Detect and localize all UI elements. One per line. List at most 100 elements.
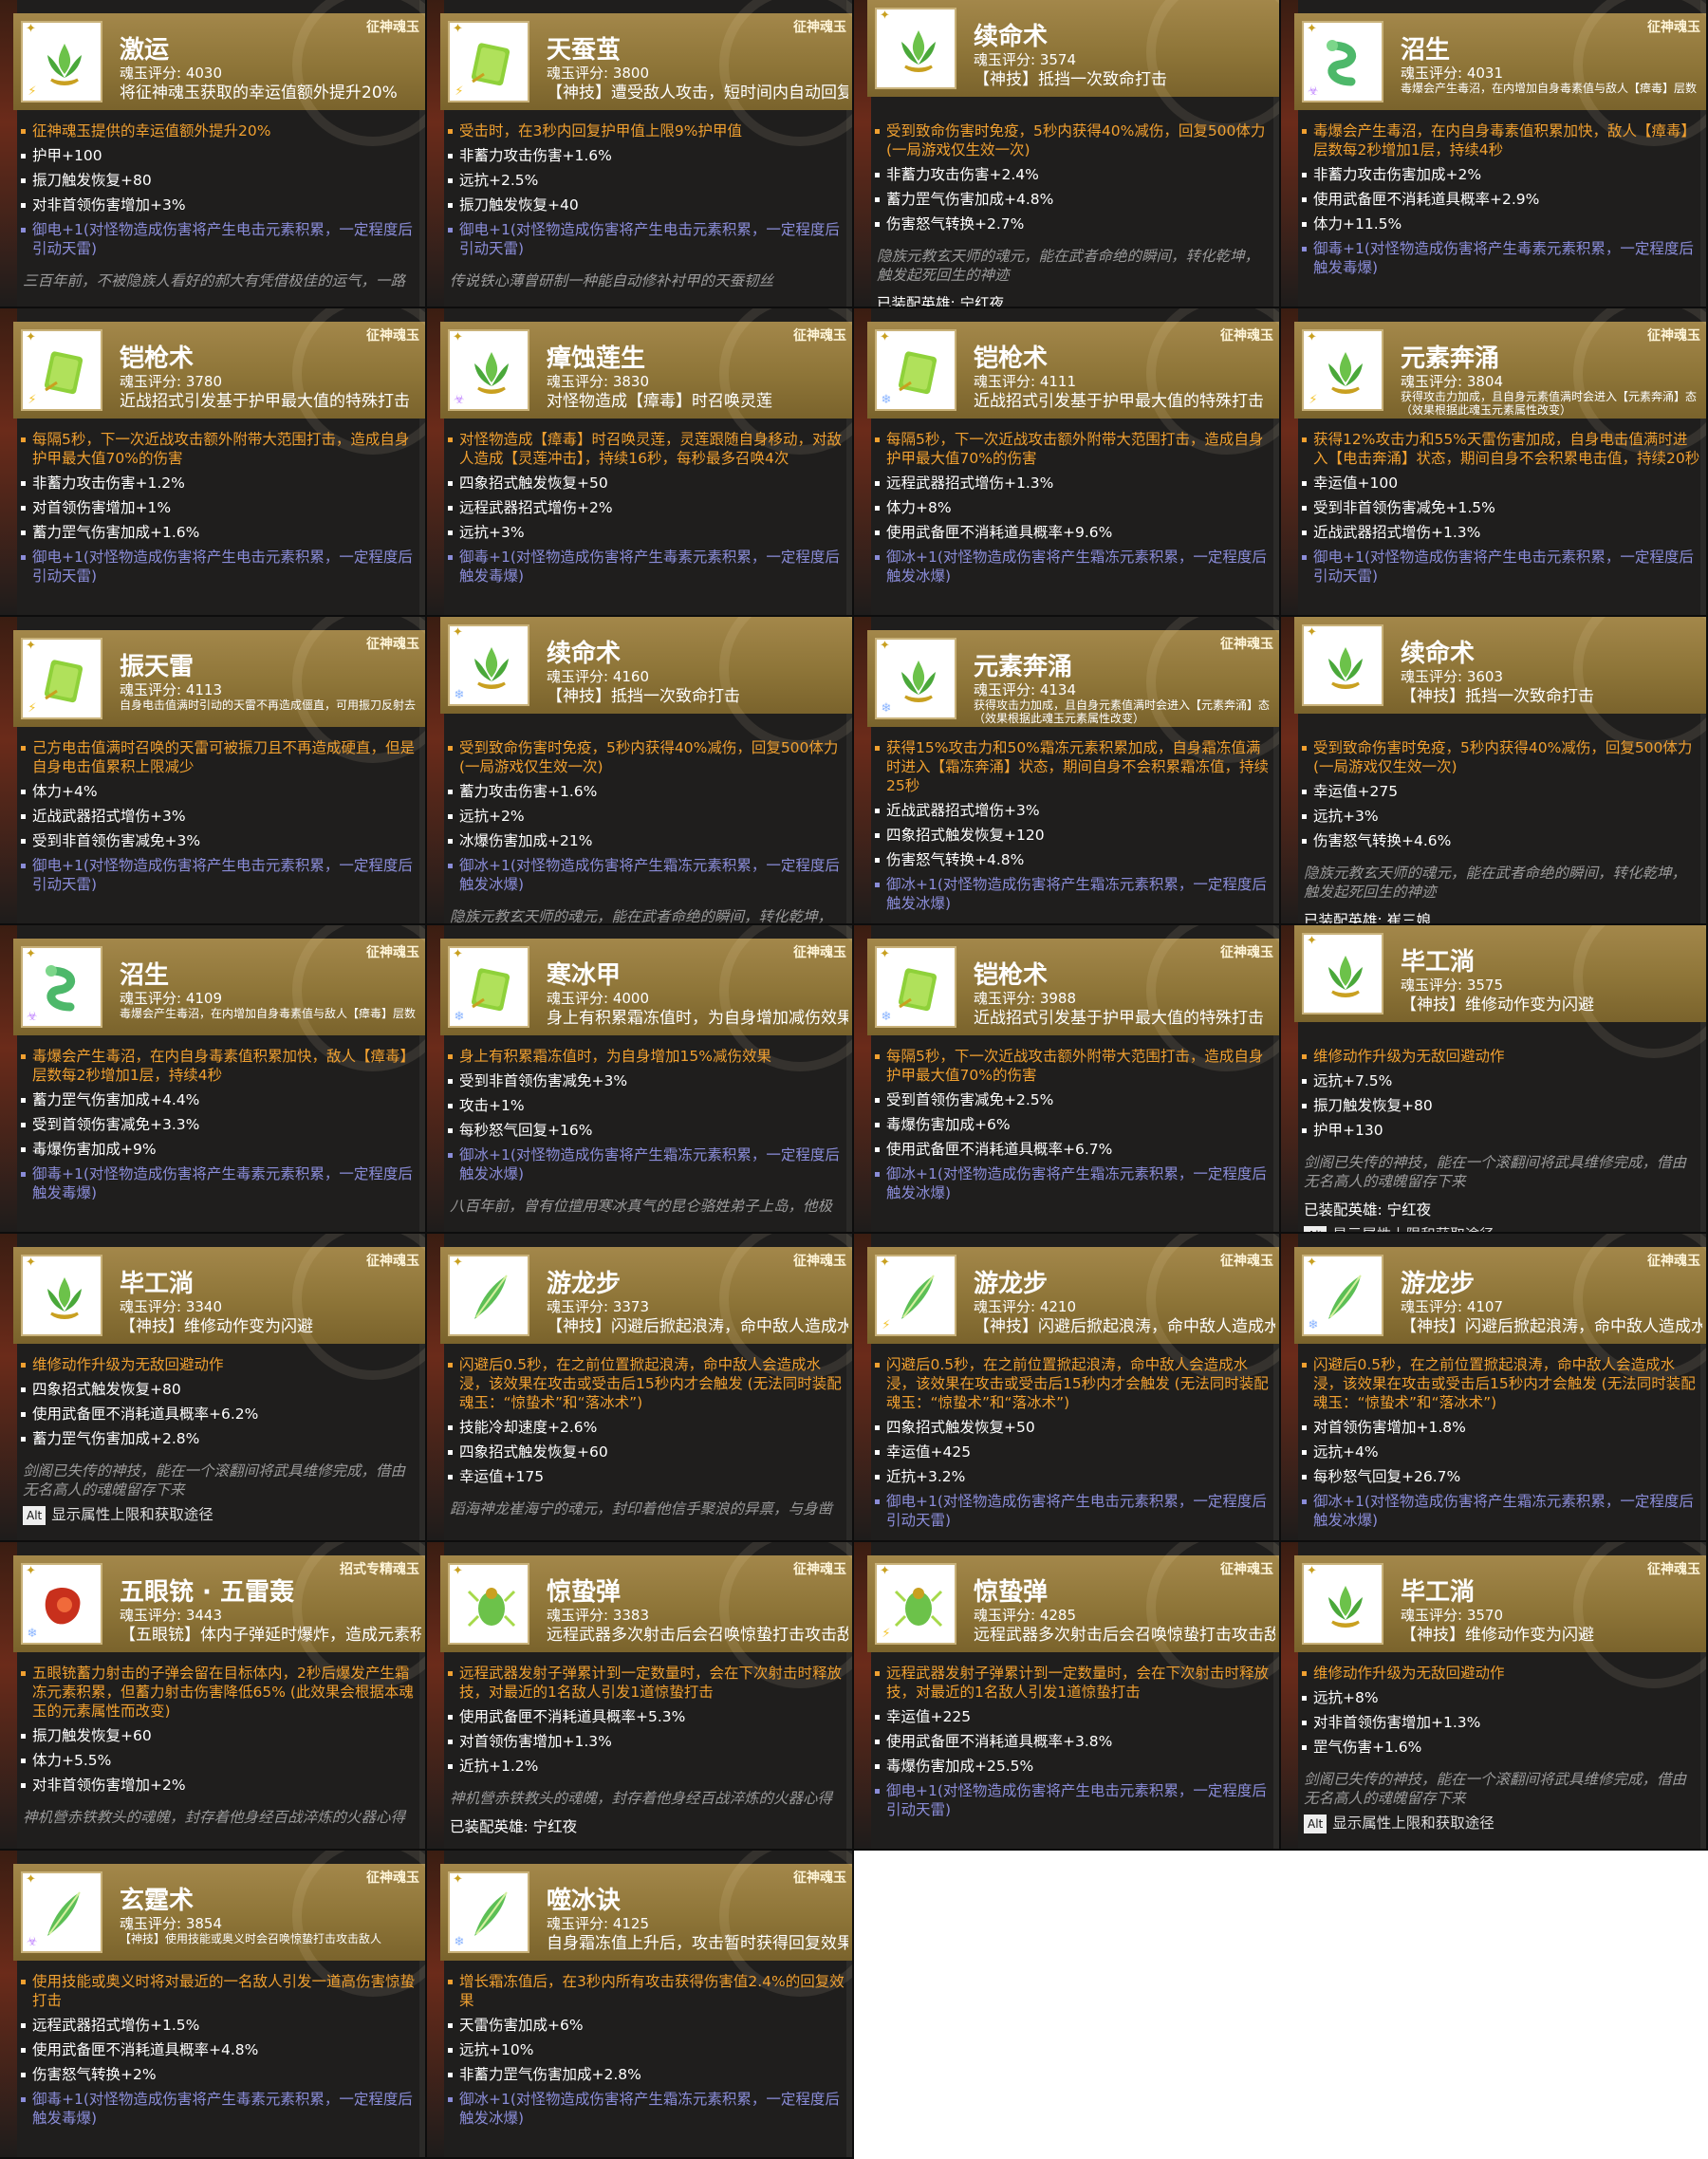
main-effect: 每隔5秒，下一次近战攻击额外附带大范围打击，造成自身护甲最大值70%的伤害 — [19, 430, 419, 468]
alt-hint[interactable]: Alt 显示属性上限和获取途径 — [1300, 1814, 1700, 1833]
soul-jade-card[interactable]: 征神魂玉 ✦ ❄ 游龙步 魂玉评分: 4107 【神技】闪避后掀起浪涛，命中敌人… — [1281, 1234, 1708, 1542]
stat-line: 远抗+3% — [1300, 807, 1700, 826]
stat-line: 近抗+1.2% — [446, 1757, 846, 1776]
gem-art — [901, 30, 936, 72]
gem-art — [1328, 647, 1363, 689]
main-effect: 远程武器发射子弹累计到一定数量时，会在下次射击时释放技，对最近的1名敌人引发1道… — [446, 1664, 846, 1702]
soul-jade-card[interactable]: 征神魂玉 ✦ ❄ 寒冰甲 魂玉评分: 4000 身上有积累霜冻值时，为自身增加减… — [427, 925, 854, 1234]
equipped-hero: 已装配英雄: 宁红夜 — [450, 1818, 578, 1835]
soul-jade-card[interactable]: 征神魂玉 ✦ ❄ 噬冰诀 魂玉评分: 4125 自身霜冻值上升后，攻击暂时获得回… — [427, 1851, 854, 2159]
stat-line: 伤害怒气转换+4.6% — [1300, 831, 1700, 850]
jade-name: 游龙步 — [1401, 1270, 1476, 1298]
soul-jade-card[interactable]: 征神魂玉 ✦ 惊蛰弹 魂玉评分: 3383 远程武器多次射击后会召唤惊蛰打击攻击… — [427, 1542, 854, 1851]
card-header: 征神魂玉 ✦ ☣ 沼生 魂玉评分: 4109 毒爆会产生毒沼，在内增加自身毒素值… — [13, 925, 425, 1071]
soul-jade-icon: ✦ ❄ — [875, 638, 956, 719]
alt-hint[interactable]: Alt 显示属性上限和获取途径 — [1300, 1225, 1700, 1232]
soul-jade-card[interactable]: ✦ 续命术 魂玉评分: 3574 【神技】抵挡一次致命打击 受到致命伤害时免疫，… — [854, 0, 1281, 308]
soul-jade-card[interactable]: 征神魂玉 ✦ 毕工淌 魂玉评分: 3570 【神技】维修动作变为闪避 维修动作升… — [1281, 1542, 1708, 1851]
jade-name: 惊蛰弹 — [974, 1578, 1049, 1607]
stat-line: 护甲+130 — [1300, 1121, 1700, 1140]
element-icon: ❄ — [1308, 1318, 1319, 1332]
card-type-tag: 征神魂玉 — [1220, 1254, 1273, 1269]
soul-jade-card[interactable]: 征神魂玉 ✦ ⚡ 振天雷 魂玉评分: 4113 自身电击值满时引动的天雷不再造成… — [0, 617, 427, 925]
rarity-star-icon: ✦ — [453, 947, 463, 961]
soul-jade-card[interactable]: 征神魂玉 ✦ ⚡ 天蚕茧 魂玉评分: 3800 【神技】遭受敌人攻击，短时间内自… — [427, 0, 854, 308]
main-effect: 每隔5秒，下一次近战攻击额外附带大范围打击，造成自身护甲最大值70%的伤害 — [873, 430, 1273, 468]
soul-jade-card[interactable]: 征神魂玉 ✦ 游龙步 魂玉评分: 3373 【神技】闪避后掀起浪涛，命中敌人造成… — [427, 1234, 854, 1542]
soul-jade-card[interactable]: 征神魂玉 ✦ ❄ 元素奔涌 魂玉评分: 4134 获得攻击力加成，且自身元素值满… — [854, 617, 1281, 925]
gem-art — [898, 968, 938, 1012]
stat-line: 近战武器招式增伤+1.3% — [1300, 523, 1700, 542]
card-body: 维修动作升级为无敌回避动作 远抗+7.5% 振刀触发恢复+80 护甲+130 剑阁已失传… — [1300, 1047, 1700, 1232]
soul-jade-card[interactable]: ✦ 毕工淌 魂玉评分: 3575 【神技】维修动作变为闪避 维修动作升级为无敌回… — [1281, 925, 1708, 1234]
soul-jade-icon: ✦ ⚡ — [875, 1563, 956, 1645]
soul-jade-card[interactable]: 招式专精魂玉 ✦ ❄ 五眼铳 · 五雷轰 魂玉评分: 3443 【五眼铳】体内子… — [0, 1542, 427, 1851]
rarity-star-icon: ✦ — [880, 639, 890, 653]
card-header: 征神魂玉 ✦ ☣ 沼生 魂玉评分: 4031 毒爆会产生毒沼，在内增加自身毒素值… — [1294, 0, 1706, 146]
stat-line: 罡气伤害+1.6% — [1300, 1738, 1700, 1757]
equipped-hero: 已装配英雄: 崔三娘 — [1304, 912, 1432, 925]
card-body: 增长霜冻值后，在3秒内所有攻击获得伤害值2.4%的回复效果 天雷伤害加成+6% 远抗… — [446, 1972, 846, 2133]
alt-key-icon: Alt — [23, 1506, 46, 1525]
stat-line: 远抗+2% — [446, 807, 846, 826]
mandala-ornament — [719, 617, 852, 750]
soul-jade-card[interactable]: 征神魂玉 ✦ ☣ 瘴蚀莲生 魂玉评分: 3830 对怪物造成【瘴毒】时召唤灵莲 … — [427, 308, 854, 617]
soul-jade-card[interactable]: 征神魂玉 ✦ ⚡ 铠枪术 魂玉评分: 3780 近战招式引发基于护甲最大值的特殊… — [0, 308, 427, 617]
gem-art — [467, 1588, 516, 1628]
soul-jade-card[interactable]: ✦ 续命术 魂玉评分: 3603 【神技】抵挡一次致命打击 受到致命伤害时免疫，… — [1281, 617, 1708, 925]
element-icon — [452, 1318, 467, 1333]
jade-summary: 自身霜冻值上升后，攻击暂时获得回复效果 — [547, 1934, 848, 1953]
soul-jade-card[interactable]: 征神魂玉 ✦ ☣ 沼生 魂玉评分: 4109 毒爆会产生毒沼，在内增加自身毒素值… — [0, 925, 427, 1234]
rarity-star-icon: ✦ — [453, 330, 463, 344]
soul-jade-card[interactable]: 征神魂玉 ✦ ⚡ 元素奔涌 魂玉评分: 3804 获得攻击力加成，且自身元素值满… — [1281, 308, 1708, 617]
element-icon: ⚡ — [455, 84, 464, 99]
alt-hint[interactable]: Alt 显示属性上限和获取途径 — [19, 1505, 419, 1525]
mandala-ornament — [1146, 0, 1279, 133]
soul-jade-card[interactable]: 征神魂玉 ✦ ⚡ 激运 魂玉评分: 4030 将征神魂玉获取的幸运值额外提升20… — [0, 0, 427, 308]
soul-jade-card[interactable]: 征神魂玉 ✦ ❄ 铠枪术 魂玉评分: 4111 近战招式引发基于护甲最大值的特殊… — [854, 308, 1281, 617]
card-header: 征神魂玉 ✦ ⚡ 元素奔涌 魂玉评分: 3804 获得攻击力加成，且自身元素值满… — [1294, 308, 1706, 455]
jade-summary: 近战招式引发基于护甲最大值的特殊打击 — [974, 1009, 1264, 1028]
soul-jade-icon: ✦ ⚡ — [1302, 329, 1383, 411]
gem-art — [46, 965, 75, 1012]
soul-jade-card[interactable]: 征神魂玉 ✦ ☣ 沼生 魂玉评分: 4031 毒爆会产生毒沼，在内增加自身毒素值… — [1281, 0, 1708, 308]
card-header: 征神魂玉 ✦ ❄ 铠枪术 魂玉评分: 4111 近战招式引发基于护甲最大值的特殊… — [867, 308, 1279, 455]
element-icon: ⚡ — [28, 393, 37, 407]
element-bonus: 御毒+1(对怪物造成伤害将产生毒素元素积累，一定程度后触发毒爆) — [1300, 239, 1700, 277]
soul-jade-card[interactable]: 征神魂玉 ✦ 毕工淌 魂玉评分: 3340 【神技】维修动作变为闪避 维修动作升… — [0, 1234, 427, 1542]
jade-score: 魂玉评分: 4000 — [547, 990, 649, 1007]
stat-line: 四象招式触发恢复+50 — [873, 1418, 1273, 1437]
stat-line: 技能冷却速度+2.6% — [446, 1418, 846, 1437]
gem-art — [471, 43, 511, 86]
soul-jade-card[interactable]: 征神魂玉 ✦ ❄ 铠枪术 魂玉评分: 3988 近战招式引发基于护甲最大值的特殊… — [854, 925, 1281, 1234]
jade-score: 魂玉评分: 3800 — [547, 65, 649, 82]
rarity-star-icon: ✦ — [26, 1564, 36, 1578]
card-body: 受到致命伤害时免疫，5秒内获得40%减伤，回复500体力(一局游戏仅生效一次) 蓄… — [446, 738, 846, 923]
soul-jade-card[interactable]: 征神魂玉 ✦ ☣ 玄霆术 魂玉评分: 3854 【神技】使用技能或奥义时会召唤惊… — [0, 1851, 427, 2159]
gem-art — [474, 647, 509, 689]
soul-jade-card[interactable]: 征神魂玉 ✦ ⚡ 惊蛰弹 魂玉评分: 4285 远程武器多次射击后会召唤惊蛰打击… — [854, 1542, 1281, 1851]
jade-summary: 【神技】闪避后掀起浪涛，命中敌人造成水浸 — [974, 1317, 1275, 1336]
card-type-tag: 征神魂玉 — [793, 1871, 846, 1886]
soul-jade-icon: ✦ ☣ — [21, 1871, 102, 1953]
gem-art — [474, 352, 509, 394]
soul-jade-card[interactable]: ✦ ❄ 续命术 魂玉评分: 4160 【神技】抵挡一次致命打击 受到致命伤害时免… — [427, 617, 854, 925]
element-bonus: 御电+1(对怪物造成伤害将产生电击元素积累，一定程度后引动天雷) — [873, 1492, 1273, 1530]
jade-name: 玄霆术 — [120, 1887, 195, 1915]
jade-score: 魂玉评分: 3575 — [1401, 977, 1503, 994]
equipped-hero: 已装配英雄: 宁红夜 — [877, 295, 1005, 308]
element-icon: ❄ — [454, 1935, 465, 1949]
stat-line: 伤害怒气转换+2.7% — [873, 214, 1273, 233]
gem-art — [1328, 352, 1363, 394]
jade-name: 元素奔涌 — [1401, 344, 1500, 373]
stat-line: 非蓄力攻击伤害+1.6% — [446, 146, 846, 165]
element-icon: ⚡ — [882, 1627, 891, 1641]
soul-jade-card[interactable]: 征神魂玉 ✦ ⚡ 游龙步 魂玉评分: 4210 【神技】闪避后掀起浪涛，命中敌人… — [854, 1234, 1281, 1542]
stat-line: 非蓄力攻击伤害+1.2% — [19, 474, 419, 493]
jade-name: 激运 — [120, 36, 170, 65]
card-body: 远程武器发射子弹累计到一定数量时，会在下次射击时释放技，对最近的1名敌人引发1道… — [446, 1664, 846, 1836]
card-body: 获得12%攻击力和55%天雷伤害加成，自身电击值满时进入【电击奔涌】状态，期间自… — [1300, 430, 1700, 591]
gem-art — [471, 968, 511, 1012]
card-header: 征神魂玉 ✦ ⚡ 天蚕茧 魂玉评分: 3800 【神技】遭受敌人攻击，短时间内自… — [440, 0, 852, 146]
card-body: 每隔5秒，下一次近战攻击额外附带大范围打击，造成自身护甲最大值70%的伤害非蓄力… — [19, 430, 419, 591]
